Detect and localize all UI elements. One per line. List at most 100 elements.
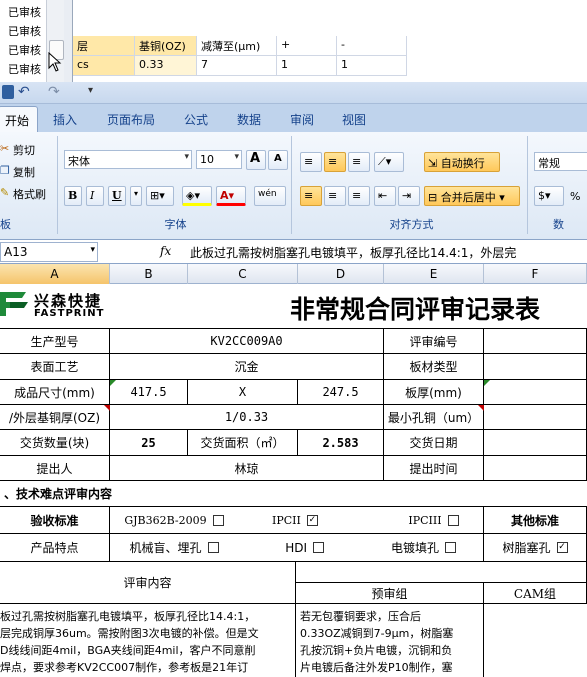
value-model[interactable]: KV2CC009A0 <box>110 329 384 354</box>
value-size-x[interactable]: X <box>188 380 298 405</box>
currency-icon[interactable]: $▾ <box>534 186 564 206</box>
save-icon[interactable] <box>2 85 14 99</box>
checkbox[interactable] <box>445 542 456 553</box>
checkbox[interactable] <box>212 514 224 526</box>
merge-center-button[interactable]: ⊟ 合并后居中 ▾ <box>424 186 520 206</box>
value-quantity[interactable]: 25 <box>110 430 188 456</box>
redo-icon[interactable]: ↷ <box>48 84 60 100</box>
list-item[interactable]: 已审核 <box>8 42 41 58</box>
value-size-width[interactable]: 417.5 <box>110 380 188 405</box>
label-submit-time[interactable]: 提出时间 <box>384 456 484 481</box>
label-thickness[interactable]: 板厚(mm) <box>384 380 484 405</box>
column-header-e[interactable]: E <box>384 264 484 284</box>
checkbox[interactable] <box>207 542 219 553</box>
value-delivery-date[interactable] <box>484 430 587 456</box>
checkbox[interactable]: ✓ <box>306 514 318 526</box>
tab-insert[interactable]: 插入 <box>53 111 77 128</box>
label-review-content[interactable]: 评审内容 <box>0 562 296 604</box>
align-bottom-icon[interactable]: ≡ <box>348 152 370 172</box>
align-left-icon[interactable]: ≡ <box>300 186 322 206</box>
format-painter-icon[interactable]: ✎ <box>0 186 9 199</box>
column-header-f[interactable]: F <box>484 264 587 284</box>
decrease-indent-icon[interactable]: ⇤ <box>374 186 396 206</box>
format-painter-button[interactable]: 格式刷 <box>13 186 46 202</box>
label-area[interactable]: 交货面积（㎡） <box>188 430 298 456</box>
label-delivery-date[interactable]: 交货日期 <box>384 430 484 456</box>
percent-button[interactable]: % <box>570 190 580 203</box>
font-color-button[interactable]: A▾ <box>216 186 246 206</box>
chevron-down-icon[interactable]: ▾ <box>90 245 95 255</box>
font-size-select[interactable]: 10 ▾ <box>196 150 242 169</box>
section-title[interactable]: 、技术难点评审内容 <box>0 481 587 507</box>
label-quantity[interactable]: 交货数量(块) <box>0 430 110 456</box>
review-content-cell[interactable]: 板过孔需按树脂塞孔电镀填平，板厚孔径比14.4:1， 层完成铜厚36um。需按附… <box>0 604 296 677</box>
grow-font-button[interactable]: A <box>246 150 266 170</box>
customize-toolbar-icon[interactable]: ▾ <box>88 85 93 96</box>
orientation-icon[interactable]: ⟋▾ <box>374 152 404 172</box>
column-header-b[interactable]: B <box>110 264 188 284</box>
column-header-c[interactable]: C <box>188 264 298 284</box>
list-item[interactable]: 已审核 <box>8 61 41 77</box>
feature-option[interactable]: 机械盲、埋孔 <box>110 534 238 562</box>
value-min-hole[interactable] <box>484 405 587 430</box>
cut-icon[interactable]: ✂ <box>0 142 9 155</box>
standard-option[interactable]: IPCIII <box>384 507 484 534</box>
bold-button[interactable]: B <box>64 186 82 206</box>
value-proposer[interactable]: 林琼 <box>110 456 384 481</box>
cut-button[interactable]: 剪切 <box>13 142 35 158</box>
label-acceptance[interactable]: 验收标准 <box>0 507 110 534</box>
tab-view[interactable]: 视图 <box>342 111 366 128</box>
column-header-a[interactable]: A <box>0 264 110 284</box>
label-min-hole[interactable]: 最小孔铜（um） <box>384 405 484 430</box>
label-material[interactable]: 板材类型 <box>384 354 484 380</box>
tab-formulas[interactable]: 公式 <box>184 111 208 128</box>
tab-data[interactable]: 数据 <box>237 111 261 128</box>
font-family-select[interactable]: 宋体 ▾ <box>64 150 192 169</box>
insert-function-button[interactable]: fx <box>160 244 171 258</box>
label-features[interactable]: 产品特点 <box>0 534 110 562</box>
copy-icon[interactable]: ❐ <box>0 164 10 177</box>
label-surface[interactable]: 表面工艺 <box>0 354 110 380</box>
align-top-icon[interactable]: ≡ <box>300 152 322 172</box>
align-middle-icon[interactable]: ≡ <box>324 152 346 172</box>
shrink-font-button[interactable]: A <box>268 150 288 170</box>
underline-dropdown[interactable]: ▾ <box>130 186 142 206</box>
value-area[interactable]: 2.583 <box>298 430 384 456</box>
align-right-icon[interactable]: ≡ <box>348 186 370 206</box>
feature-option[interactable]: 树脂塞孔 ✓ <box>484 534 587 562</box>
label-cam[interactable]: CAM组 <box>484 582 587 604</box>
formula-input[interactable]: 此板过孔需按树脂塞孔电镀填平，板厚孔径比14.4:1，外层完 <box>190 244 516 261</box>
cam-cell[interactable] <box>484 604 587 677</box>
column-header-d[interactable]: D <box>298 264 384 284</box>
list-item[interactable]: 已审核 <box>8 23 41 39</box>
pre-review-cell[interactable]: 若无包覆铜要求，压合后 0.33OZ减铜到7-9μm，树脂塞 孔按沉铜+负片电镀… <box>296 604 484 677</box>
wrap-text-button[interactable]: ⇲ 自动换行 <box>424 152 500 172</box>
fill-color-button[interactable]: ◈▾ <box>182 186 212 206</box>
label-pre-review[interactable]: 预审组 <box>296 582 484 604</box>
tab-page-layout[interactable]: 页面布局 <box>107 111 155 128</box>
list-item[interactable]: 已审核 <box>8 4 41 20</box>
italic-button[interactable]: I <box>86 186 104 206</box>
increase-indent-icon[interactable]: ⇥ <box>398 186 420 206</box>
undo-icon[interactable]: ↶ <box>18 84 30 100</box>
align-center-icon[interactable]: ≡ <box>324 186 346 206</box>
value-copper[interactable]: 1/0.33 <box>110 405 384 430</box>
value-material[interactable] <box>484 354 587 380</box>
value-size-height[interactable]: 247.5 <box>298 380 384 405</box>
tab-review[interactable]: 审阅 <box>290 111 314 128</box>
copy-button[interactable]: 复制 <box>13 164 35 180</box>
value-surface[interactable]: 沉金 <box>110 354 384 380</box>
label-proposer[interactable]: 提出人 <box>0 456 110 481</box>
label-size[interactable]: 成品尺寸(mm) <box>0 380 110 405</box>
label-copper[interactable]: /外层基铜厚(OZ) <box>0 405 110 430</box>
value-thickness[interactable] <box>484 380 587 405</box>
underline-button[interactable]: U <box>108 186 126 206</box>
feature-option[interactable]: HDI <box>238 534 364 562</box>
border-button[interactable]: ⊞▾ <box>146 186 174 206</box>
checkbox[interactable]: ✓ <box>556 542 568 553</box>
checkbox[interactable] <box>447 514 459 526</box>
checkbox[interactable] <box>313 542 324 553</box>
label-model[interactable]: 生产型号 <box>0 329 110 354</box>
label-review-no[interactable]: 评审编号 <box>384 329 484 354</box>
number-format-select[interactable]: 常规 <box>534 152 587 171</box>
